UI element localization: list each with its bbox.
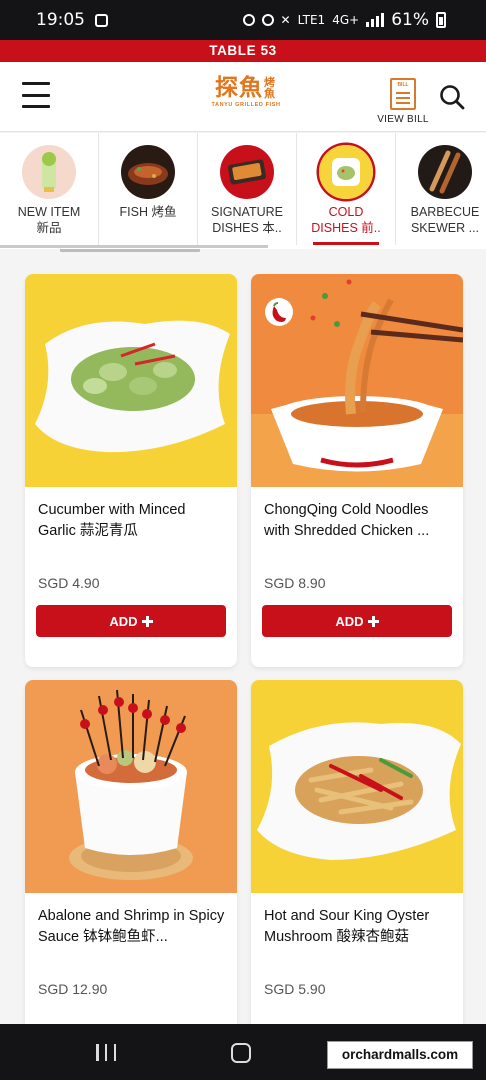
product-card[interactable]: ChongQing Cold Noodles with Shredded Chi… (251, 274, 463, 667)
category-signature-dishes[interactable]: SIGNATURE DISHES 本.. (198, 133, 297, 245)
tanyu-logo[interactable]: 探魚烤魚 TANYU GRILLED FISH (206, 74, 286, 108)
skewer-image (418, 145, 472, 199)
view-bill-label: VIEW BILL (377, 114, 429, 125)
recent-apps-icon[interactable] (96, 1044, 116, 1061)
logo-english: TANYU GRILLED FISH (211, 102, 281, 108)
plus-icon (367, 615, 379, 627)
alarm-clock-icon (261, 14, 274, 26)
menu-icon[interactable] (22, 82, 50, 108)
product-name: Abalone and Shrimp in Spicy Sauce 钵钵鲍鱼虾.… (38, 908, 225, 945)
alarm-icon (242, 14, 255, 26)
category-tabs: NEW ITEM 新品 FISH 烤鱼 SIGNATURE DISHES 本..… (0, 133, 486, 249)
add-to-cart-button[interactable]: ADD (262, 605, 452, 637)
category-label: FISH 烤鱼 (119, 205, 177, 219)
watermark: orchardmalls.com (327, 1041, 473, 1069)
category-label: COLD DISHES 前.. (311, 205, 381, 235)
product-price: SGD 5.90 (264, 981, 326, 997)
product-card[interactable]: Cucumber with Minced Garlic 蒜泥青瓜 SGD 4.9… (25, 274, 237, 667)
add-to-cart-button[interactable]: ADD (36, 605, 226, 637)
product-name: Hot and Sour King Oyster Mushroom 酸辣杏鲍菇 (264, 908, 430, 945)
network-label: 4G+ (332, 13, 360, 27)
add-label: ADD (109, 613, 138, 629)
bill-icon (390, 78, 416, 110)
category-scroll-indicator (0, 245, 268, 248)
spicy-indicator-icon (265, 298, 293, 326)
battery-percent: 61% (391, 10, 429, 30)
cucumber-dish-image (25, 274, 237, 487)
category-label: NEW ITEM 新品 (17, 205, 81, 235)
section-heading-peek (60, 249, 200, 255)
table-number-banner: TABLE 53 (0, 40, 486, 62)
status-bar: 19:05 ✕ LTE1 4G+ 61% (0, 0, 486, 40)
product-price: SGD 8.90 (264, 575, 326, 591)
category-new-item[interactable]: NEW ITEM 新品 (0, 133, 99, 245)
product-card[interactable]: Hot and Sour King Oyster Mushroom 酸辣杏鲍菇 … (251, 680, 463, 1040)
product-price: SGD 12.90 (38, 981, 108, 997)
category-cold-dishes[interactable]: COLD DISHES 前.. (297, 133, 396, 245)
logo-chinese: 探魚 (215, 74, 263, 101)
signal-icon (366, 13, 385, 27)
carrier-label: LTE1 (297, 13, 326, 27)
search-icon[interactable] (439, 84, 465, 110)
category-fish[interactable]: FISH 烤鱼 (99, 133, 198, 245)
app-header: 探魚烤魚 TANYU GRILLED FISH VIEW BILL (0, 62, 486, 132)
product-price: SGD 4.90 (38, 575, 100, 591)
category-label: BARBECUE SKEWER ... (410, 205, 480, 235)
home-icon[interactable] (231, 1043, 251, 1063)
status-time: 19:05 (36, 10, 85, 30)
cold-dish-image (319, 145, 373, 199)
logo-chinese-small: 烤魚 (264, 76, 276, 100)
mute-icon: ✕ (280, 13, 291, 27)
plus-icon (141, 615, 153, 627)
cold-noodles-image (251, 274, 463, 487)
product-name: Cucumber with Minced Garlic 蒜泥青瓜 (38, 502, 186, 539)
product-card[interactable]: Abalone and Shrimp in Spicy Sauce 钵钵鲍鱼虾.… (25, 680, 237, 1040)
battery-icon (436, 12, 446, 28)
abalone-shrimp-image (25, 680, 237, 893)
king-oyster-mushroom-image (251, 680, 463, 893)
new-item-drink-image (22, 145, 76, 199)
category-label: SIGNATURE DISHES 本.. (211, 205, 283, 235)
product-name: ChongQing Cold Noodles with Shredded Chi… (264, 502, 430, 539)
grilled-fish-image (121, 145, 175, 199)
view-bill-button[interactable]: VIEW BILL (376, 78, 430, 125)
gallery-notification-icon (95, 13, 108, 27)
signature-dish-image (220, 145, 274, 199)
category-barbecue-skewer[interactable]: BARBECUE SKEWER ... (396, 133, 486, 245)
add-label: ADD (335, 613, 364, 629)
